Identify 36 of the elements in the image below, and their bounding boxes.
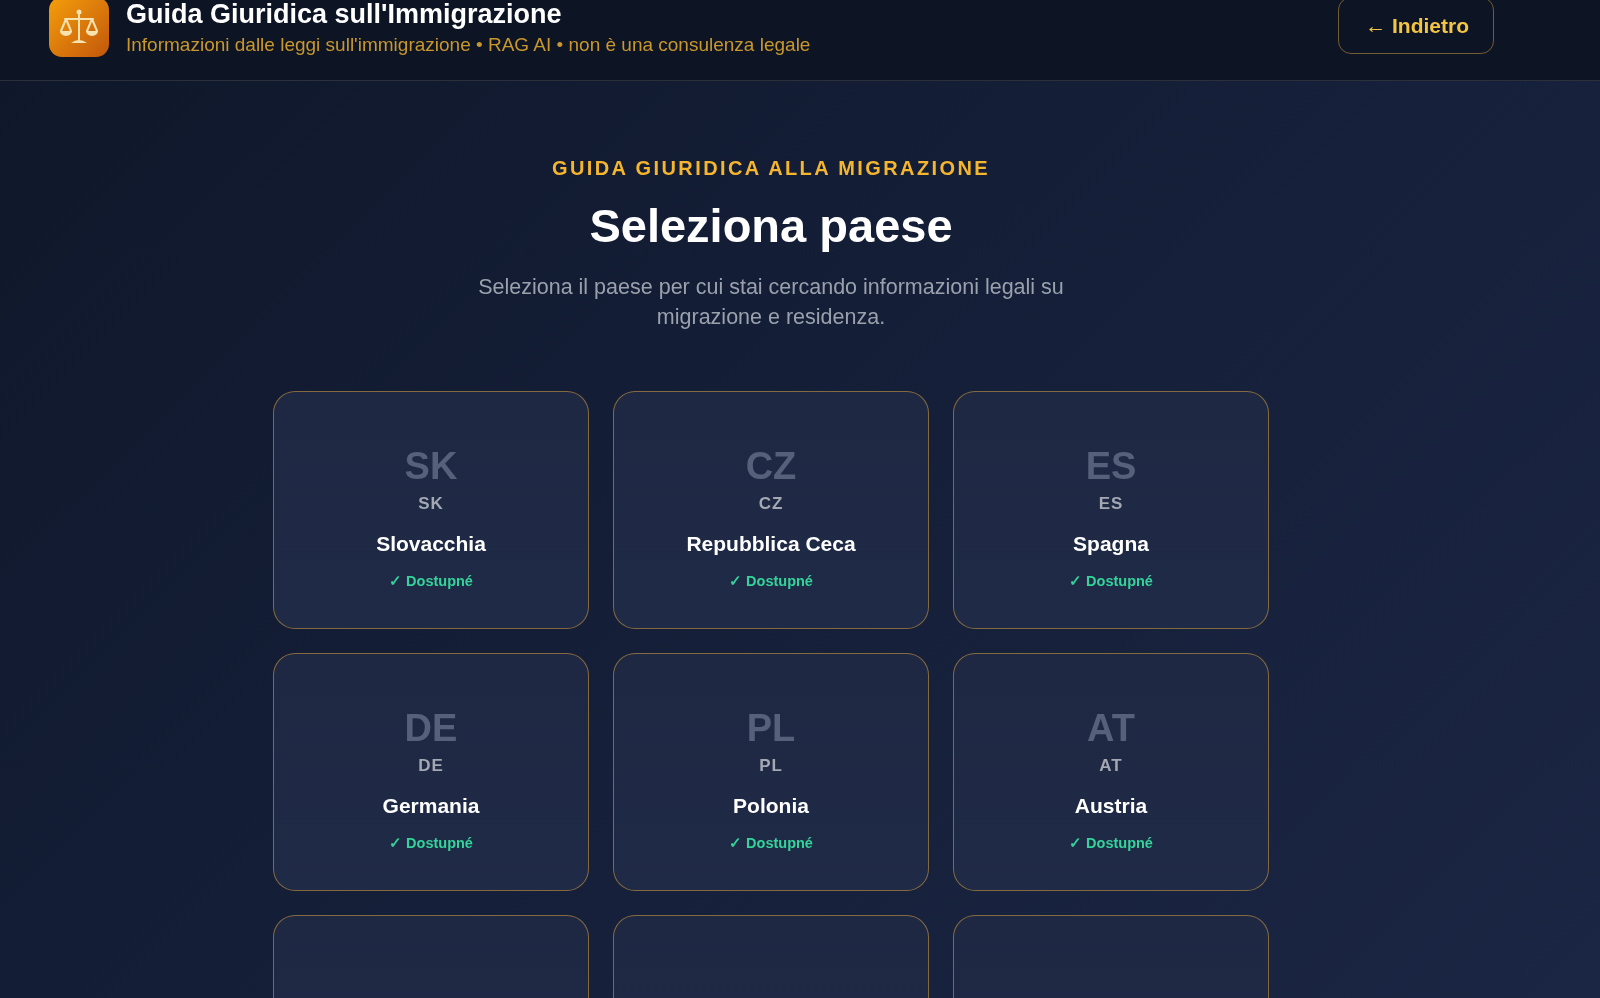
- country-code: SK: [418, 494, 444, 514]
- country-code: CZ: [758, 494, 784, 514]
- flag-code-text: SK: [404, 444, 458, 488]
- country-card[interactable]: SK SK Slovacchia ✓ Dostupné: [273, 391, 589, 629]
- country-card[interactable]: AT AT Austria ✓ Dostupné: [953, 653, 1269, 891]
- country-code: AT: [1099, 756, 1123, 776]
- page-title: Seleziona paese: [589, 198, 953, 254]
- flag-code-text: DE: [404, 706, 458, 750]
- availability-status: ✓ Dostupné: [1069, 834, 1153, 853]
- country-name: Spagna: [1073, 531, 1149, 557]
- country-name: Repubblica Ceca: [686, 531, 856, 557]
- eyebrow-text: GUIDA GIURIDICA ALLA MIGRAZIONE: [551, 156, 991, 180]
- flag-code-text: AT: [1087, 706, 1135, 750]
- flag-code-text: ES: [1085, 444, 1137, 488]
- country-name: Austria: [1074, 793, 1148, 819]
- app-subtitle: Informazioni dalle leggi sull'immigrazione • RAG AI • non è una consulenza legale: [126, 33, 811, 56]
- country-code: DE: [418, 756, 444, 776]
- country-name: Germania: [382, 793, 480, 819]
- country-name: Polonia: [733, 793, 809, 819]
- availability-status: ✓ Dostupné: [389, 834, 473, 853]
- page-description: Seleziona il paese per cui stai cercando informazioni legali su migrazione e residenza.: [477, 274, 1065, 331]
- country-code: ES: [1098, 494, 1124, 514]
- country-code: PL: [759, 756, 783, 776]
- country-card[interactable]: CZ CZ Repubblica Ceca ✓ Dostupné: [613, 391, 929, 629]
- app-title: Guida Giuridica sull'Immigrazione: [126, 0, 563, 30]
- country-card[interactable]: DE DE Germania ✓ Dostupné: [273, 653, 589, 891]
- availability-status: ✓ Dostupné: [729, 834, 813, 853]
- availability-status: ✓ Dostupné: [389, 572, 473, 591]
- flag-code-text: CZ: [745, 444, 797, 488]
- country-card[interactable]: ES ES Spagna ✓ Dostupné: [953, 391, 1269, 629]
- availability-status: ✓ Dostupné: [1069, 572, 1153, 591]
- country-card[interactable]: PL PL Polonia ✓ Dostupné: [613, 653, 929, 891]
- scales-icon: [49, 0, 109, 57]
- flag-code-text: PL: [746, 706, 796, 750]
- country-name: Slovacchia: [376, 531, 486, 557]
- availability-status: ✓ Dostupné: [729, 572, 813, 591]
